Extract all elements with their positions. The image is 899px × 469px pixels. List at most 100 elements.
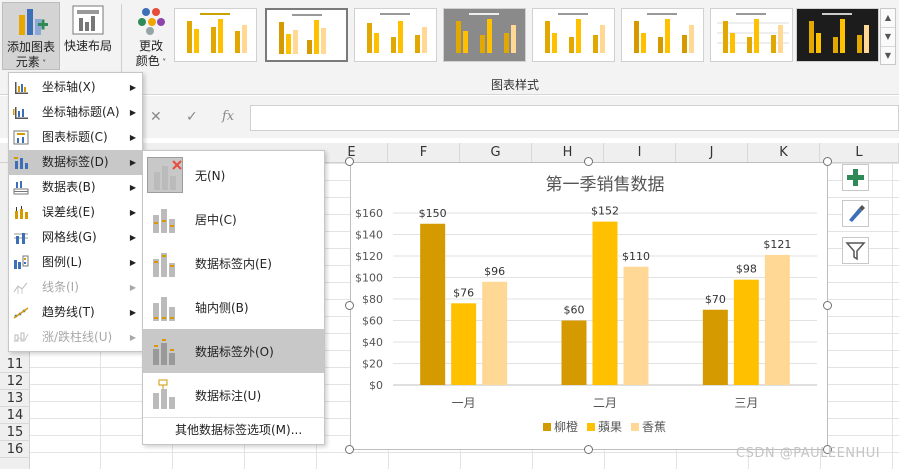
y-tick-label: $140: [355, 229, 383, 242]
resize-handle-bottom[interactable]: [584, 445, 593, 454]
inside-base-icon: [153, 297, 175, 321]
lines-icon: [13, 282, 28, 294]
plus-icon: [847, 169, 864, 186]
data-label: $70: [705, 293, 726, 306]
chart-style-5[interactable]: [532, 8, 615, 62]
column-header-g[interactable]: G: [460, 143, 532, 163]
menu-item-chart-title[interactable]: 图表标题(C) ▶: [9, 125, 142, 150]
resize-handle-top-right[interactable]: [823, 157, 832, 166]
axis-icon: [15, 82, 28, 94]
bar-蘋果-三月: [733, 279, 759, 385]
menu-item-axes[interactable]: 坐标轴(X) ▶: [9, 75, 142, 100]
confirm-icon[interactable]: ✓: [186, 109, 198, 125]
quick-layout-icon: [71, 4, 105, 36]
center-icon: [153, 209, 175, 233]
resize-handle-bottom-left[interactable]: [345, 445, 354, 454]
cancel-icon[interactable]: ✕: [150, 109, 162, 125]
brush-icon: [849, 205, 865, 222]
submenu-item-outside-end[interactable]: 数据标签外(O): [143, 329, 324, 373]
chart-style-4[interactable]: [443, 8, 526, 62]
y-tick-label: $80: [362, 293, 383, 306]
data-label: $76: [453, 286, 474, 299]
menu-item-label: 网格线(G): [42, 230, 97, 244]
watermark: CSDN @PAULEENHUI: [736, 446, 881, 461]
chart-style-6[interactable]: [621, 8, 704, 62]
menu-item-data-table[interactable]: 数据表(B) ▶: [9, 175, 142, 200]
resize-handle-left[interactable]: [345, 301, 354, 310]
y-tick-label: $20: [362, 358, 383, 371]
inside-end-icon: [153, 253, 175, 277]
chart-filters-button[interactable]: [842, 237, 869, 264]
row-header-12[interactable]: 12: [0, 374, 30, 390]
data-labels-submenu: 无(N) 居中(C) 数据标签内(E) 轴内侧(B) 数据标签外(O) 数据标注…: [142, 150, 325, 445]
change-colors-button[interactable]: 更改 颜色 ˅: [128, 2, 174, 70]
submenu-item-label: 数据标签内(E): [195, 257, 272, 271]
gallery-scroll-up-icon[interactable]: ▲: [881, 9, 895, 28]
data-labels-icon: [14, 157, 28, 169]
chart-title: 第一季销售数据: [546, 175, 665, 195]
submenu-item-data-callout[interactable]: 数据标注(U): [143, 373, 324, 417]
outside-end-icon: [153, 339, 175, 365]
submenu-arrow-icon: ▶: [129, 108, 136, 117]
data-label: $152: [591, 205, 619, 218]
legend-entry: 柳橙: [554, 419, 578, 434]
menu-item-label: 坐标轴标题(A): [42, 105, 120, 119]
gridlines-icon: [14, 233, 28, 244]
column-header-f[interactable]: F: [388, 143, 460, 163]
add-chart-element-menu: 坐标轴(X) ▶ 坐标轴标题(A) ▶ 图表标题(C) ▶ 数据标签(D) ▶ 数据表(…: [8, 72, 143, 352]
add-chart-element-label-1: 添加图表: [6, 40, 55, 54]
formula-input[interactable]: [250, 105, 899, 131]
data-label: $150: [419, 207, 447, 220]
chart-style-7[interactable]: [710, 8, 793, 62]
add-chart-element-icon: [14, 5, 48, 37]
menu-item-label: 线条(I): [42, 280, 79, 294]
palette-icon: [134, 4, 168, 36]
submenu-item-inside-end[interactable]: 数据标签内(E): [143, 241, 324, 285]
column-header-h[interactable]: H: [532, 143, 604, 163]
submenu-item-label: 数据标签外(O): [195, 345, 274, 359]
row-header-11[interactable]: 11: [0, 357, 30, 373]
submenu-item-center[interactable]: 居中(C): [143, 197, 324, 241]
more-data-label-options[interactable]: 其他数据标签选项(M)...: [143, 417, 324, 441]
menu-item-lines: 线条(I) ▶: [9, 275, 142, 300]
menu-item-gridlines[interactable]: 网格线(G) ▶: [9, 225, 142, 250]
submenu-arrow-icon: ▶: [129, 233, 136, 242]
column-header-k[interactable]: K: [748, 143, 820, 163]
sales-chart[interactable]: 第一季销售数据 $0 $20 $40 $60 $80 $100 $120 $140 $160 一月 $…: [350, 162, 828, 450]
data-label: $60: [564, 304, 585, 317]
row-header-16[interactable]: 16: [0, 442, 30, 458]
chart-elements-button[interactable]: [842, 164, 869, 191]
chart-style-1[interactable]: [174, 8, 257, 62]
resize-handle-top[interactable]: [584, 157, 593, 166]
chart-style-8[interactable]: [796, 8, 879, 62]
column-header-i[interactable]: I: [604, 143, 676, 163]
resize-handle-top-left[interactable]: [345, 157, 354, 166]
chart-style-3[interactable]: [354, 8, 437, 62]
insert-function-icon[interactable]: fx: [222, 109, 234, 124]
quick-layout-button[interactable]: 快速布局: [62, 2, 114, 70]
change-colors-label-1: 更改: [138, 39, 163, 53]
menu-item-legend[interactable]: 图例(L) ▶: [9, 250, 142, 275]
submenu-arrow-icon: ▶: [129, 333, 136, 342]
menu-item-data-labels[interactable]: 数据标签(D) ▶: [9, 150, 142, 175]
quick-layout-label: 快速布局: [63, 39, 112, 53]
filter-icon: [845, 242, 866, 261]
submenu-item-inside-base[interactable]: 轴内侧(B): [143, 285, 324, 329]
menu-item-error-bars[interactable]: 误差线(E) ▶: [9, 200, 142, 225]
menu-item-axis-titles[interactable]: 坐标轴标题(A) ▶: [9, 100, 142, 125]
row-header-13[interactable]: 13: [0, 391, 30, 407]
submenu-item-none[interactable]: 无(N): [143, 153, 324, 197]
x-category-label: 三月: [734, 396, 758, 410]
gallery-more-icon[interactable]: ▼: [881, 47, 895, 66]
add-chart-element-button[interactable]: 添加图表 元素 ˅: [2, 2, 60, 70]
add-chart-element-label-2: 元素: [15, 55, 40, 69]
resize-handle-right[interactable]: [823, 301, 832, 310]
row-header-14[interactable]: 14: [0, 408, 30, 424]
row-header-15[interactable]: 15: [0, 425, 30, 441]
gallery-scroll-down-icon[interactable]: ▼: [881, 28, 895, 47]
chart-style-2[interactable]: [265, 8, 348, 62]
chart-styles-button[interactable]: [842, 200, 869, 227]
column-header-j[interactable]: J: [676, 143, 748, 163]
menu-item-trendline[interactable]: 趋势线(T) ▶: [9, 300, 142, 325]
axis-title-icon: [13, 107, 28, 119]
